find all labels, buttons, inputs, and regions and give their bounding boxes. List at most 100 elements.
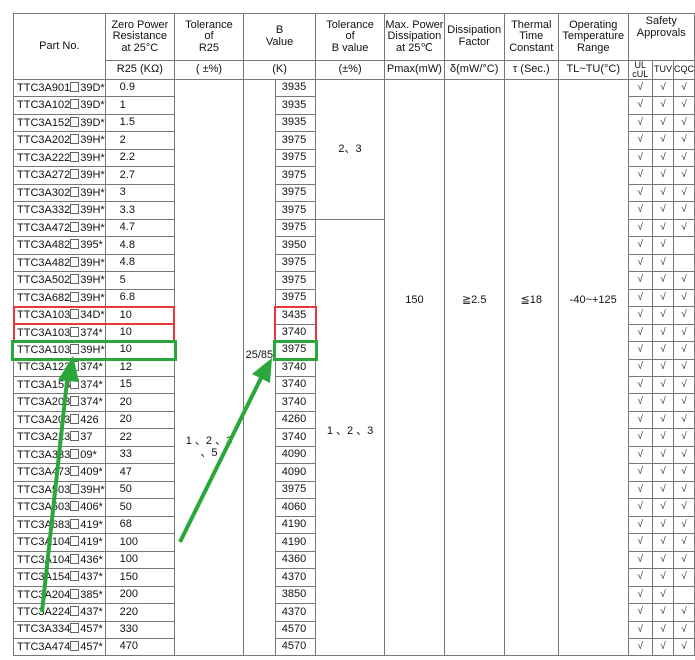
check-tuv: √: [652, 463, 674, 482]
part-prefix: TTC3A203: [17, 413, 71, 426]
placeholder-box-icon: [70, 571, 80, 582]
part-prefix: TTC3A482: [17, 256, 71, 269]
header-b-value: B Value: [242, 13, 317, 61]
check-ul: √: [627, 515, 654, 535]
header-line: Safety: [645, 15, 677, 27]
check-ul: √: [627, 306, 654, 325]
resistance-cell: 22: [104, 428, 175, 447]
resistance-cell: 20: [104, 393, 175, 412]
b-value-cell: 4090: [274, 463, 317, 482]
b-value-cell: 4360: [274, 550, 317, 570]
resistance-cell: 50: [104, 498, 175, 517]
check-ul: √: [627, 637, 654, 657]
placeholder-box-icon: [70, 81, 80, 92]
part-suffix: 39D*: [80, 81, 105, 94]
part-no-cell: TTC3A482 39H*: [13, 253, 106, 273]
check-cqc: √: [672, 166, 695, 185]
header-cqc: CQC: [672, 60, 695, 80]
b-value-cell: 3975: [274, 183, 317, 203]
check-cqc: √: [672, 445, 695, 465]
check-tuv: √: [652, 131, 674, 150]
check-tuv: √: [652, 253, 674, 273]
check-cqc: √: [672, 113, 695, 133]
check-tuv: √: [652, 323, 674, 343]
check-cqc: √: [672, 515, 695, 535]
placeholder-box-icon: [70, 553, 80, 564]
resistance-cell: 100: [104, 550, 175, 570]
part-suffix: 09*: [80, 448, 97, 461]
resistance-cell: 20: [104, 410, 175, 430]
placeholder-box-icon: [70, 116, 80, 127]
thermal-merged: ≦18: [503, 78, 559, 657]
check-ul: √: [627, 323, 654, 343]
placeholder-box-icon: [70, 396, 80, 407]
b-value-cell: 3975: [274, 131, 317, 150]
part-prefix: TTC3A683: [17, 518, 71, 531]
part-prefix: TTC3A103: [17, 326, 71, 339]
part-no-cell: TTC3A223 37: [13, 428, 106, 447]
part-no-cell: TTC3A901 39D*: [13, 78, 106, 98]
check-tuv: √: [652, 78, 674, 98]
placeholder-box-icon: [70, 239, 80, 250]
part-suffix: 39D*: [80, 99, 105, 112]
b-value-cell: 3740: [274, 375, 317, 395]
header-line: Dissipation: [387, 30, 442, 43]
b-value-cell: 4570: [274, 620, 317, 640]
check-cqc: √: [672, 533, 695, 552]
part-prefix: TTC3A103: [17, 343, 71, 356]
check-ul: √: [627, 480, 654, 500]
part-prefix: TTC3A901: [17, 81, 71, 94]
b-value-cell: 3975: [274, 480, 317, 500]
part-suffix: 436*: [80, 553, 103, 566]
part-prefix: TTC3A153: [17, 378, 71, 391]
part-no-cell: TTC3A683 419*: [13, 515, 106, 535]
b-value-cell: 4260: [274, 410, 317, 430]
resistance-cell: 33: [104, 445, 175, 465]
resistance-cell: 10: [104, 341, 175, 360]
op-temp-merged: -40~+125: [557, 78, 629, 657]
b-value-cell: 3950: [274, 236, 317, 255]
check-ul: √: [627, 148, 654, 168]
placeholder-box-icon: [70, 274, 80, 285]
header-line: R25: [198, 41, 220, 54]
max-power-text: 150: [405, 294, 424, 306]
part-no-cell: TTC3A203 374*: [13, 393, 106, 412]
check-ul: √: [627, 288, 654, 308]
thermal-text: ≦18: [520, 294, 542, 306]
check-tuv: √: [652, 201, 674, 220]
resistance-cell: 2.7: [104, 166, 175, 185]
placeholder-box-icon: [70, 606, 80, 617]
check-tuv: √: [652, 393, 674, 412]
part-no-cell: TTC3A103 39H*: [13, 341, 106, 360]
table-row: TTC3A901 39D* 0.9 1 、2 、3 、5 25/85 3935 2、3 150…: [13, 78, 695, 657]
check-ul: √: [627, 358, 654, 377]
part-prefix: TTC3A202: [17, 134, 71, 147]
part-suffix: 39H*: [80, 221, 105, 234]
unit-thermal: τ (Sec.): [503, 60, 559, 80]
unit-b-value: (K): [242, 60, 317, 80]
placeholder-box-icon: [70, 431, 80, 442]
header-ul: UL cUL: [627, 60, 654, 80]
header-tolerance-r25: Tolerance of R25: [173, 13, 244, 61]
part-suffix: 374*: [80, 396, 103, 409]
resistance-cell: 200: [104, 585, 175, 605]
header-line: Value: [265, 36, 294, 48]
header-safety-approvals: Safety Approvals: [627, 13, 695, 61]
b-value-cell: 4060: [274, 498, 317, 517]
check-cqc: √: [672, 323, 695, 343]
resistance-cell: 10: [104, 323, 175, 343]
part-suffix: 409*: [80, 466, 103, 479]
check-tuv: √: [652, 96, 674, 115]
check-ul: √: [627, 253, 654, 273]
part-suffix: 39H*: [80, 204, 105, 217]
check-tuv: √: [652, 498, 674, 517]
header-line: B value: [331, 41, 369, 54]
resistance-cell: 470: [104, 637, 175, 657]
check-cqc: √: [672, 637, 695, 657]
unit-resistance: R25 (KΩ): [104, 60, 175, 80]
tolerance-b-top: 2、3: [315, 79, 385, 220]
check-cqc: √: [672, 341, 695, 360]
part-no-cell: TTC3A104 419*: [13, 533, 106, 552]
max-power-merged: 150: [383, 78, 445, 657]
check-ul: √: [627, 183, 654, 203]
